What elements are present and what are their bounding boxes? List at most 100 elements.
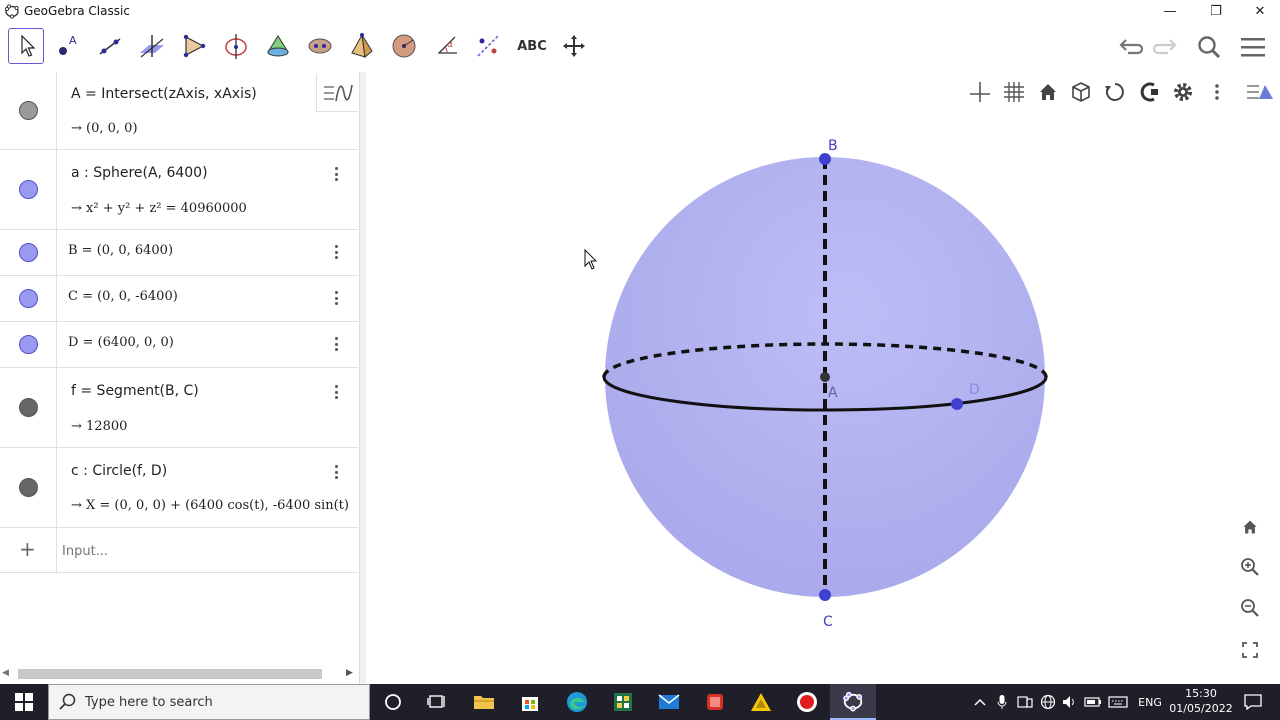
clipping-box-button[interactable] <box>1066 77 1096 107</box>
standard-view-button[interactable] <box>1033 77 1063 107</box>
file-explorer-taskbar-button[interactable] <box>461 684 507 720</box>
app-taskbar-button-2[interactable] <box>738 684 784 720</box>
algebra-row-a[interactable]: a : Sphere(A, 6400) → x² + y² + z² = 409… <box>0 150 358 230</box>
store-taskbar-button[interactable] <box>507 684 553 720</box>
taskbar-search-box[interactable]: Type here to search <box>48 684 370 720</box>
battery-tray-button[interactable] <box>1082 684 1104 720</box>
visibility-marble[interactable] <box>19 180 38 199</box>
algebra-row-f[interactable]: f = Segment(B, C) → 12800 <box>0 368 358 448</box>
rotate-view-button[interactable] <box>1100 77 1130 107</box>
definition-text[interactable]: D = (6400, 0, 0) <box>68 335 174 350</box>
move-tool-button[interactable] <box>8 28 44 64</box>
home-view-button[interactable] <box>1234 511 1266 543</box>
row-menu-button[interactable] <box>328 164 344 184</box>
view-toggle-icon <box>1247 85 1273 99</box>
3d-scene[interactable]: B A D C <box>366 72 1280 684</box>
mail-taskbar-button[interactable] <box>646 684 692 720</box>
taskbar-clock[interactable]: 15:30 01/05/2022 <box>1168 686 1234 718</box>
cortana-button[interactable] <box>370 684 416 720</box>
definition-text[interactable]: c : Circle(f, D) <box>71 463 167 479</box>
toggle-grid-button[interactable] <box>999 77 1029 107</box>
volume-tray-button[interactable] <box>1060 684 1080 720</box>
angle-tool-button[interactable]: α <box>428 28 464 64</box>
row-menu-button[interactable] <box>328 382 344 402</box>
search-button[interactable] <box>1193 32 1225 62</box>
close-button[interactable]: ✕ <box>1238 0 1280 22</box>
visibility-marble[interactable] <box>19 398 38 417</box>
definition-text[interactable]: f = Segment(B, C) <box>71 383 199 399</box>
point-D[interactable] <box>951 398 963 410</box>
definition-text[interactable]: C = (0, 0, -6400) <box>68 289 178 304</box>
projection-icon <box>1140 82 1158 102</box>
spreadsheet-taskbar-button[interactable] <box>600 684 646 720</box>
definition-text[interactable]: B = (0, 0, 6400) <box>68 243 173 258</box>
graphics-3d-view[interactable]: B A D C <box>366 72 1280 684</box>
edge-taskbar-button[interactable] <box>554 684 600 720</box>
scrollbar-thumb[interactable] <box>18 669 322 679</box>
toggle-axes-button[interactable] <box>965 77 995 107</box>
sphere-tool-button[interactable] <box>386 28 422 64</box>
show-hidden-icons-button[interactable] <box>970 684 990 720</box>
algebra-row-c[interactable]: c : Circle(f, D) → X = (0, 0, 0) + (6400… <box>0 448 358 528</box>
keyboard-tray-button[interactable] <box>1106 684 1130 720</box>
row-menu-button[interactable] <box>328 242 344 262</box>
fullscreen-button[interactable] <box>1234 634 1266 666</box>
network-tray-button[interactable] <box>1038 684 1058 720</box>
visibility-marble[interactable] <box>19 101 38 120</box>
intersect-surfaces-tool-button[interactable] <box>302 28 338 64</box>
scroll-left-icon[interactable]: ◀ <box>2 668 9 678</box>
polygon-tool-button[interactable] <box>176 28 212 64</box>
cone-tool-button[interactable] <box>260 28 296 64</box>
circle-axis-tool-button[interactable] <box>218 28 254 64</box>
undo-button[interactable] <box>1114 32 1146 62</box>
pyramid-tool-button[interactable] <box>344 28 380 64</box>
zoom-out-button[interactable] <box>1234 592 1266 624</box>
visibility-marble[interactable] <box>19 478 38 497</box>
algebra-row-A[interactable]: A = Intersect(zAxis, xAxis) → (0, 0, 0) <box>0 72 358 150</box>
definition-text[interactable]: A = Intersect(zAxis, xAxis) <box>71 86 257 102</box>
phone-tray-button[interactable] <box>1014 684 1036 720</box>
algebra-horizontal-scrollbar[interactable]: ◀ ▶ <box>0 664 358 684</box>
scroll-right-icon[interactable]: ▶ <box>346 668 353 678</box>
view-menu-button[interactable] <box>1246 77 1276 107</box>
add-item-icon[interactable]: + <box>19 537 36 561</box>
algebra-input-row[interactable]: + <box>0 528 358 573</box>
move-view-tool-button[interactable] <box>556 28 592 64</box>
algebra-input[interactable] <box>62 540 342 562</box>
geogebra-taskbar-button[interactable] <box>830 684 876 720</box>
algebra-row-D[interactable]: D = (6400, 0, 0) <box>0 322 358 368</box>
notifications-button[interactable] <box>1240 684 1266 720</box>
maximize-button[interactable]: ❐ <box>1194 0 1238 22</box>
screen-recorder-taskbar-button[interactable] <box>784 684 830 720</box>
perpendicular-line-tool-button[interactable] <box>134 28 170 64</box>
line-tool-button[interactable] <box>92 28 128 64</box>
start-button[interactable] <box>0 684 48 720</box>
task-view-button[interactable] <box>414 684 460 720</box>
redo-button[interactable] <box>1150 32 1182 62</box>
minimize-button[interactable]: — <box>1148 0 1192 22</box>
main-menu-button[interactable] <box>1237 32 1269 62</box>
microphone-tray-button[interactable] <box>992 684 1012 720</box>
point-A[interactable] <box>820 372 830 382</box>
point-C[interactable] <box>819 589 831 601</box>
reflect-tool-button[interactable] <box>470 28 506 64</box>
input-language-button[interactable]: ENG <box>1134 684 1166 720</box>
definition-text[interactable]: a : Sphere(A, 6400) <box>71 165 208 181</box>
algebra-row-B[interactable]: B = (0, 0, 6400) <box>0 230 358 276</box>
row-menu-button[interactable] <box>328 334 344 354</box>
row-menu-button[interactable] <box>328 288 344 308</box>
point-B[interactable] <box>819 153 831 165</box>
graphics-settings-button[interactable] <box>1168 77 1198 107</box>
algebra-row-C[interactable]: C = (0, 0, -6400) <box>0 276 358 322</box>
point-tool-button[interactable]: A <box>50 28 86 64</box>
text-tool-button[interactable]: ABC <box>514 28 550 64</box>
zoom-in-button[interactable] <box>1234 551 1266 583</box>
projection-button[interactable] <box>1134 77 1164 107</box>
visibility-marble[interactable] <box>19 289 38 308</box>
visibility-marble[interactable] <box>19 335 38 354</box>
visibility-marble[interactable] <box>19 243 38 262</box>
row-menu-button[interactable] <box>328 462 344 482</box>
app-taskbar-button-1[interactable] <box>692 684 738 720</box>
more-options-button[interactable] <box>1202 77 1232 107</box>
graph-style-toggle-button[interactable] <box>316 74 358 112</box>
